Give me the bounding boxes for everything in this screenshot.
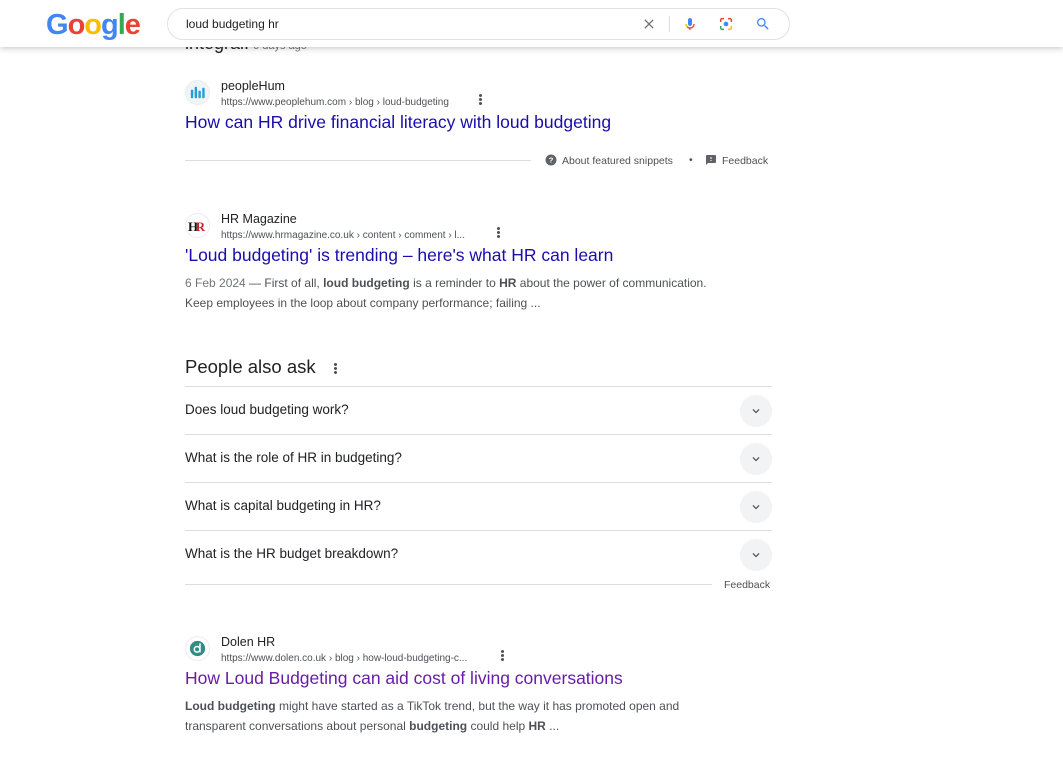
result-title-link[interactable]: 'Loud budgeting' is trending – here's wh… xyxy=(185,245,613,266)
peoplehum-favicon xyxy=(185,80,210,105)
snippet-date: 6 Feb 2024 xyxy=(185,276,246,290)
paa-question-text: Does loud budgeting work? xyxy=(185,402,349,417)
more-options-icon[interactable] xyxy=(499,649,505,663)
peoplehum-logo-icon xyxy=(190,86,205,99)
microphone-icon[interactable] xyxy=(682,16,698,32)
paa-question-text: What is the HR budget breakdown? xyxy=(185,546,399,561)
more-options-icon[interactable] xyxy=(495,226,501,240)
logo-letter: o xyxy=(67,9,86,41)
paa-question[interactable]: What is the HR budget breakdown? xyxy=(185,530,772,578)
hr-magazine-logo-icon: H R xyxy=(188,219,206,233)
snippet-text: could help xyxy=(467,719,529,733)
paa-question[interactable]: What is the role of HR in budgeting? xyxy=(185,434,772,482)
search-result: peopleHum https://www.peoplehum.com › bl… xyxy=(185,79,775,139)
close-icon[interactable] xyxy=(641,16,657,32)
feedback-icon xyxy=(706,155,716,165)
paa-question-text: What is capital budgeting in HR? xyxy=(185,498,381,513)
snippet-text: First of all, xyxy=(264,276,324,290)
dolen-favicon xyxy=(185,636,210,661)
snippet-highlight: HR xyxy=(528,719,546,733)
search-result: H R HR Magazine https://www.hrmagazine.c… xyxy=(185,212,775,317)
result-title-link[interactable]: How can HR drive financial literacy with… xyxy=(185,112,611,133)
about-featured-snippets-label: About featured snippets xyxy=(562,155,673,167)
chevron-down-icon[interactable] xyxy=(740,443,772,475)
result-title-link[interactable]: How Loud Budgeting can aid cost of livin… xyxy=(185,668,623,689)
snippet-highlight: budgeting xyxy=(409,719,468,733)
result-url[interactable]: https://www.peoplehum.com › blog › loud-… xyxy=(221,97,449,108)
search-box xyxy=(167,8,790,40)
logo-letter: o xyxy=(84,9,102,41)
search-result: Dolen HR https://www.dolen.co.uk › blog … xyxy=(185,635,775,740)
dolen-logo-icon xyxy=(189,640,206,657)
search-input[interactable] xyxy=(186,15,616,33)
search-header: Google xyxy=(0,0,1063,47)
result-site-name[interactable]: Dolen HR xyxy=(221,635,275,649)
snippet-text: — xyxy=(245,276,265,290)
logo-letter: G xyxy=(46,9,69,41)
result-snippet: 6 Feb 2024 — First of all, loud budgetin… xyxy=(185,273,725,313)
result-site-name[interactable]: HR Magazine xyxy=(221,212,297,226)
logo-letter: l xyxy=(117,9,126,41)
lens-icon[interactable] xyxy=(718,16,734,32)
result-url[interactable]: https://www.hrmagazine.co.uk › content ›… xyxy=(221,230,465,241)
chevron-down-icon[interactable] xyxy=(740,491,772,523)
logo-letter: g xyxy=(101,9,119,41)
paa-question[interactable]: Does loud budgeting work? xyxy=(185,386,772,434)
google-logo[interactable]: Google xyxy=(46,9,141,42)
divider xyxy=(185,160,531,161)
divider xyxy=(185,584,712,585)
search-divider xyxy=(669,16,670,32)
snippet-highlight: HR xyxy=(499,276,517,290)
more-options-icon[interactable] xyxy=(477,93,483,107)
more-options-icon[interactable] xyxy=(333,362,339,375)
people-also-ask-title: People also ask xyxy=(185,356,339,378)
hr-magazine-favicon: H R xyxy=(185,213,210,238)
paa-question[interactable]: What is capital budgeting in HR? xyxy=(185,482,772,530)
svg-text:R: R xyxy=(196,219,206,233)
feedback-link[interactable]: Feedback xyxy=(705,154,768,167)
people-also-ask-label: People also ask xyxy=(185,356,316,377)
paa-feedback-link[interactable]: Feedback xyxy=(724,579,770,591)
svg-text:?: ? xyxy=(549,156,554,165)
bullet-separator: • xyxy=(689,154,693,166)
snippet-text: ... xyxy=(545,719,560,733)
snippet-highlight: loud budgeting xyxy=(323,276,410,290)
snippet-text: is a reminder to xyxy=(409,276,500,290)
result-snippet: Loud budgeting might have started as a T… xyxy=(185,696,725,736)
paa-question-text: What is the role of HR in budgeting? xyxy=(185,450,402,465)
help-icon: ? xyxy=(545,154,557,166)
chevron-down-icon[interactable] xyxy=(740,395,772,427)
search-icon[interactable] xyxy=(755,16,771,32)
snippet-highlight: Loud budgeting xyxy=(185,699,276,713)
result-url[interactable]: https://www.dolen.co.uk › blog › how-lou… xyxy=(221,653,467,664)
result-site-name[interactable]: peopleHum xyxy=(221,79,285,93)
feedback-label: Feedback xyxy=(722,155,769,167)
about-featured-snippets-link[interactable]: ? About featured snippets xyxy=(545,154,673,167)
logo-letter: e xyxy=(124,9,141,41)
chevron-down-icon[interactable] xyxy=(740,539,772,571)
